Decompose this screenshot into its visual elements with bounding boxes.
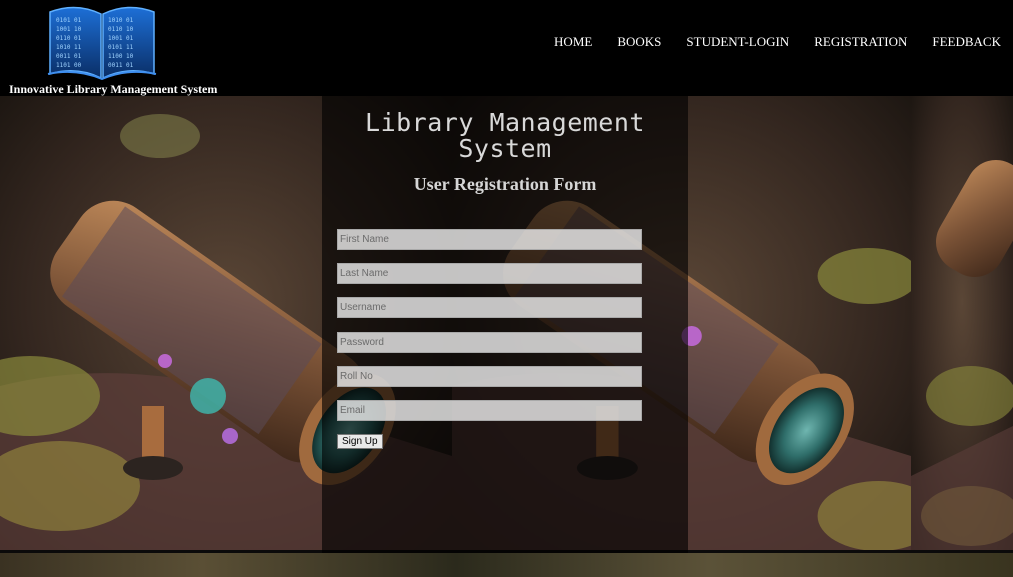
nav-home-link[interactable]: HOME [554,34,592,50]
svg-text:1001 01: 1001 01 [108,35,134,42]
open-book-logo-icon: 0101 01 1001 10 0110 01 1010 11 0011 01 110… [47,6,157,80]
email-input[interactable] [337,400,642,421]
background-strip [0,553,1013,577]
nav-books-link[interactable]: BOOKS [617,34,661,50]
svg-text:0101 11: 0101 11 [108,44,134,51]
svg-text:1010 01: 1010 01 [108,17,134,24]
svg-text:0110 01: 0110 01 [56,35,82,42]
main-nav: HOME BOOKS STUDENT-LOGIN REGISTRATION FE… [554,34,1001,50]
svg-text:0011 01: 0011 01 [56,53,82,60]
svg-text:1100 10: 1100 10 [108,53,134,60]
first-name-input[interactable] [337,229,642,250]
svg-text:1001 10: 1001 10 [56,26,82,33]
username-input[interactable] [337,297,642,318]
svg-text:0110 10: 0110 10 [108,26,134,33]
svg-text:1010 11: 1010 11 [56,44,82,51]
last-name-input[interactable] [337,263,642,284]
nav-student-login-link[interactable]: STUDENT-LOGIN [686,34,789,50]
sign-up-button[interactable]: Sign Up [337,434,383,449]
nav-registration-link[interactable]: REGISTRATION [814,34,907,50]
form-subtitle: User Registration Form [413,174,597,194]
nav-feedback-link[interactable]: FEEDBACK [932,34,1001,50]
svg-text:1101 00: 1101 00 [56,62,82,69]
page-title-text: Library Management System [365,108,645,163]
telescope-image-tile [911,96,1013,553]
brand-title: Innovative Library Management System [9,82,218,96]
svg-text:0101 01: 0101 01 [56,17,82,24]
registration-panel: Library Management System User Registrat… [322,96,688,553]
roll-no-input[interactable] [337,366,642,387]
site-header: 0101 01 1001 10 0110 01 1010 11 0011 01 110… [0,0,1013,96]
page-title: Library Management System [322,110,688,162]
svg-text:0011 01: 0011 01 [108,62,134,69]
password-input[interactable] [337,332,642,353]
